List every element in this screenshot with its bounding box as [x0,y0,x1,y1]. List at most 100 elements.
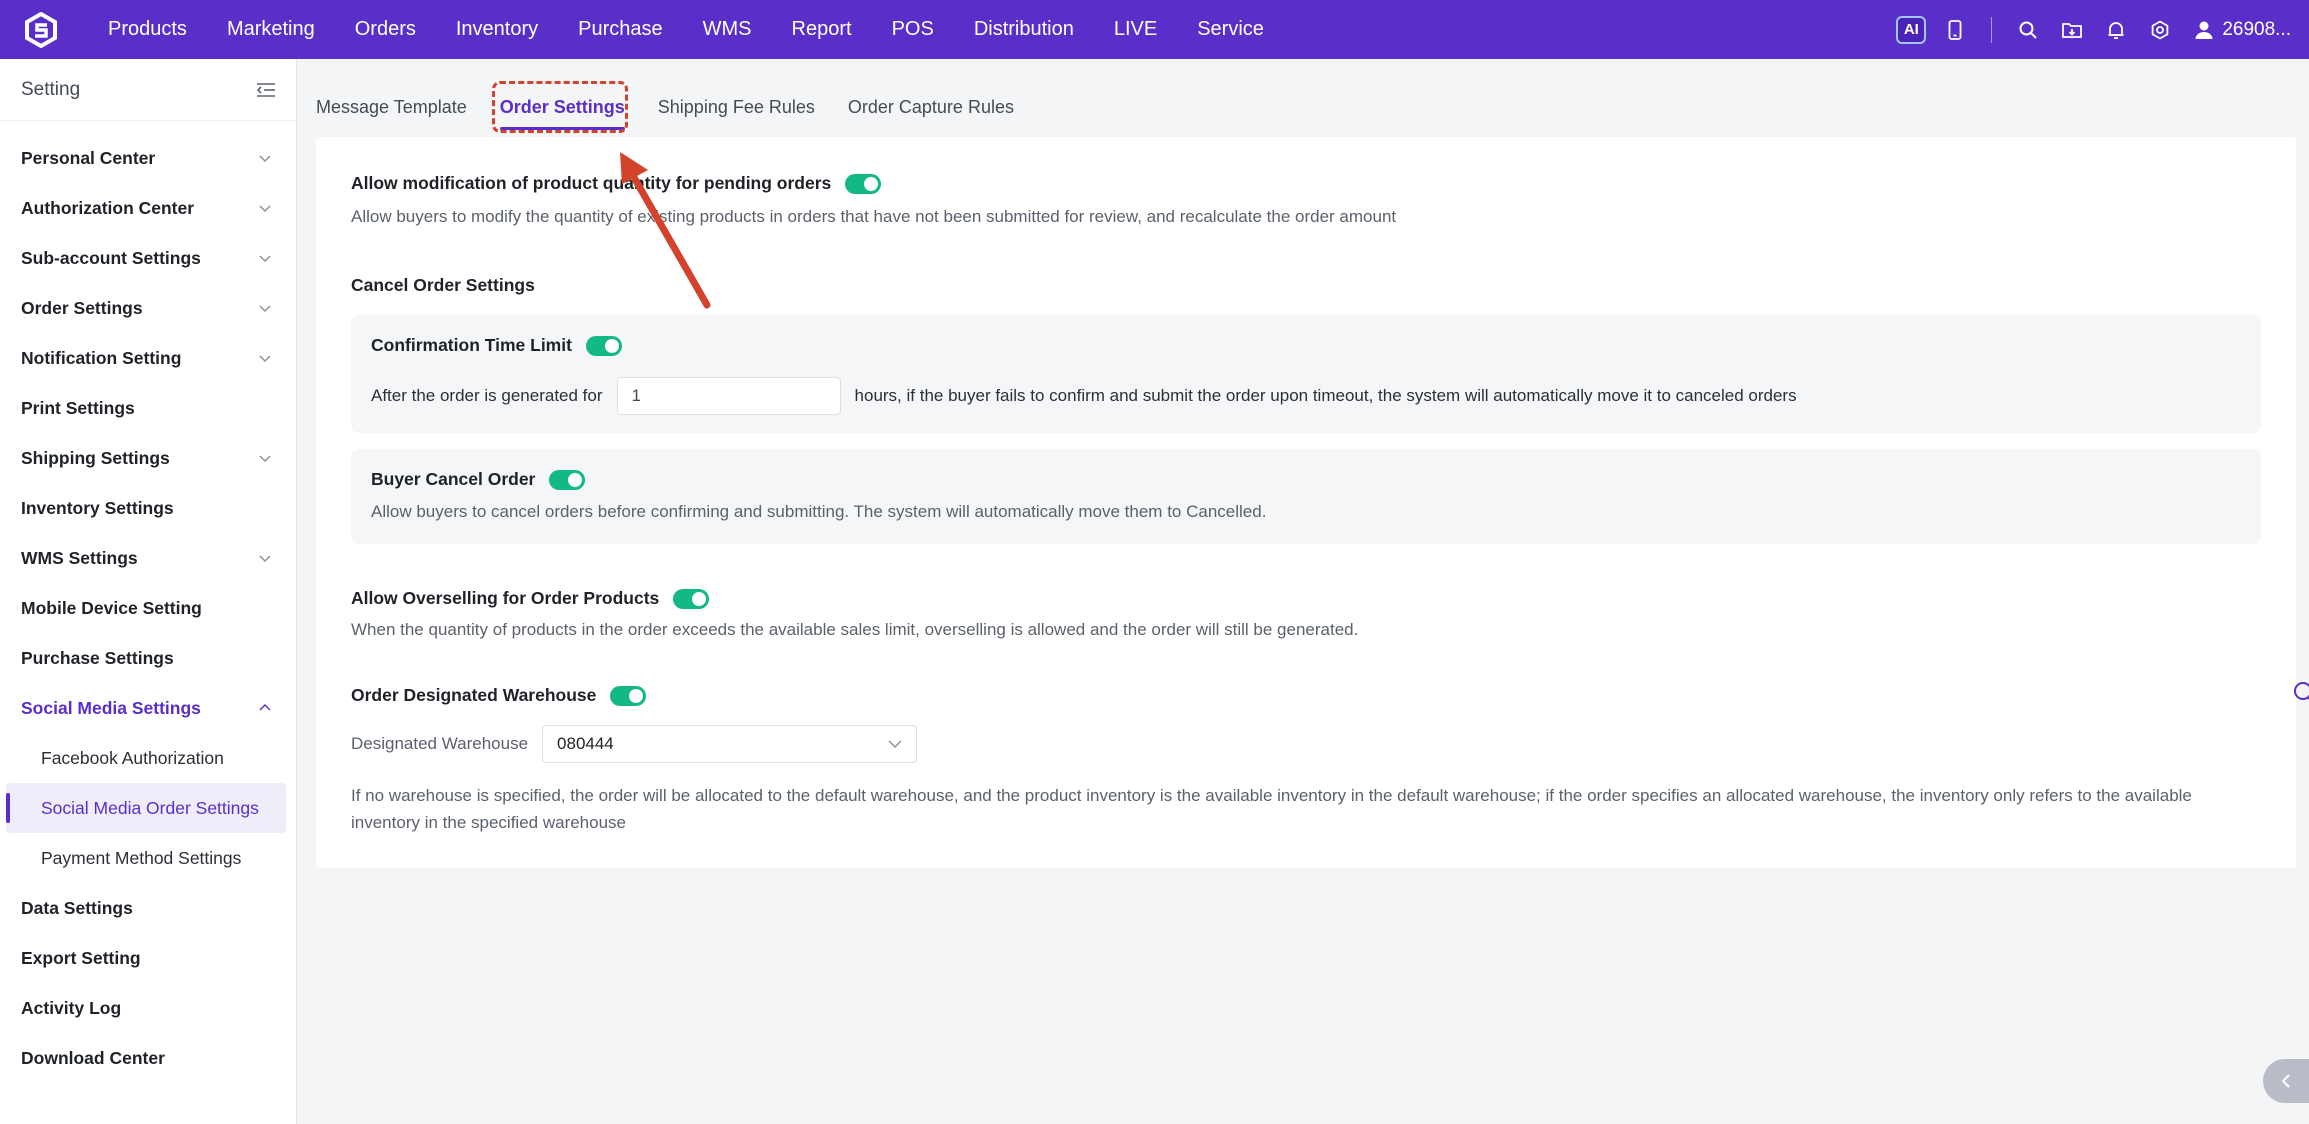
sidebar-item-export-setting[interactable]: Export Setting [0,933,296,983]
sidebar-item-label: Print Settings [21,397,135,418]
nav-live[interactable]: LIVE [1094,0,1177,59]
nav-pos[interactable]: POS [872,0,954,59]
chevron-down-icon [259,455,271,463]
warehouse-setting: Order Designated Warehouse [351,685,647,706]
sidebar-subitem-payment-method-settings[interactable]: Payment Method Settings [0,833,296,883]
overselling-title: Allow Overselling for Order Products [351,588,660,608]
sidebar-item-label: Authorization Center [21,197,195,218]
collapse-sidebar-icon[interactable] [256,82,276,98]
buyer-cancel-toggle[interactable] [549,469,586,490]
sidebar-item-label: Order Settings [21,297,143,318]
sidebar-item-mobile-device-setting[interactable]: Mobile Device Setting [0,583,296,633]
modify-qty-toggle[interactable] [845,173,882,194]
sidebar-item-label: Notification Setting [21,347,182,368]
side-panel-toggle-button[interactable] [2263,1059,2309,1103]
sidebar-item-label: Mobile Device Setting [21,597,202,618]
buyer-cancel-desc: Allow buyers to cancel orders before con… [371,502,1267,521]
nav-orders[interactable]: Orders [335,0,436,59]
sidebar-item-inventory-settings[interactable]: Inventory Settings [0,483,296,533]
sidebar-item-data-settings[interactable]: Data Settings [0,883,296,933]
confirmation-header: Confirmation Time Limit [371,335,622,356]
folder-download-icon[interactable] [2050,0,2094,59]
warehouse-title: Order Designated Warehouse [351,685,597,705]
sidebar-item-print-settings[interactable]: Print Settings [0,383,296,433]
sidebar-item-activity-log[interactable]: Activity Log [0,983,296,1033]
settings-sidebar: Setting Personal Center Authorization Cen… [0,59,297,1124]
tab-shipping-fee-rules[interactable]: Shipping Fee Rules [658,84,815,134]
chevron-down-icon [888,739,902,748]
sidebar-subitem-facebook-authorization[interactable]: Facebook Authorization [0,733,296,783]
sidebar-item-label: Social Media Settings [21,697,201,718]
tab-message-template[interactable]: Message Template [316,84,467,134]
nav-service[interactable]: Service [1177,0,1284,59]
overselling-toggle[interactable] [673,588,710,609]
floating-search-icon[interactable] [2289,680,2309,704]
settings-gear-icon[interactable] [2138,0,2182,59]
chevron-down-icon [259,305,271,313]
overselling-setting: Allow Overselling for Order Products [351,588,710,609]
sidebar-item-label: Data Settings [21,897,133,918]
main-nav: Products Marketing Orders Inventory Purc… [88,0,1284,59]
sidebar-item-personal-center[interactable]: Personal Center [0,133,296,183]
confirmation-row: After the order is generated for 1 hours… [371,377,1797,415]
nav-inventory[interactable]: Inventory [436,0,558,59]
tab-order-capture-rules[interactable]: Order Capture Rules [848,84,1014,134]
nav-report[interactable]: Report [772,0,872,59]
modify-qty-desc: Allow buyers to modify the quantity of e… [351,207,1397,226]
overselling-desc: When the quantity of products in the ord… [351,620,1359,639]
sidebar-item-download-center[interactable]: Download Center [0,1033,296,1083]
mobile-icon[interactable] [1933,0,1977,59]
designated-warehouse-label: Designated Warehouse [351,734,529,753]
chevron-up-icon [259,703,271,711]
sidebar-item-order-settings[interactable]: Order Settings [0,283,296,333]
sidebar-subitem-social-media-order-settings[interactable]: Social Media Order Settings [6,783,286,833]
sidebar-menu: Personal Center Authorization Center Sub-a… [0,121,296,1083]
settings-tabs: Message Template Order Settings Shipping… [316,84,1047,134]
chevron-down-icon [259,155,271,163]
sidebar-item-wms-settings[interactable]: WMS Settings [0,533,296,583]
sidebar-item-social-media-settings[interactable]: Social Media Settings [0,683,296,733]
chevron-down-icon [259,355,271,363]
nav-marketing[interactable]: Marketing [207,0,335,59]
chevron-left-icon [2281,1074,2290,1088]
sidebar-header: Setting [0,59,296,121]
sidebar-item-label: WMS Settings [21,547,138,568]
sidebar-item-sub-account-settings[interactable]: Sub-account Settings [0,233,296,283]
chevron-down-icon [259,205,271,213]
nav-products[interactable]: Products [88,0,207,59]
confirmation-prefix: After the order is generated for [371,386,603,405]
nav-purchase[interactable]: Purchase [558,0,683,59]
confirmation-title: Confirmation Time Limit [371,335,572,355]
top-nav-actions: AI 26908... [1889,0,2291,59]
ai-badge: AI [1896,15,1927,44]
sidebar-item-label: Inventory Settings [21,497,174,518]
sidebar-item-label: Activity Log [21,997,122,1018]
sidebar-item-purchase-settings[interactable]: Purchase Settings [0,633,296,683]
nav-distribution[interactable]: Distribution [954,0,1094,59]
sidebar-item-notification-setting[interactable]: Notification Setting [0,333,296,383]
annotation-arrow-icon [620,152,711,309]
cancel-order-settings-title: Cancel Order Settings [351,275,535,295]
warehouse-desc-line-2: inventory in the specified warehouse [351,813,626,832]
user-menu[interactable]: 26908... [2194,19,2291,41]
chevron-down-icon [259,555,271,563]
warehouse-desc: If no warehouse is specified, the order … [351,782,2261,836]
confirmation-time-limit-card: Confirmation Time Limit After the order … [351,315,2261,433]
warehouse-toggle[interactable] [610,685,647,706]
designated-warehouse-row: Designated Warehouse 080444 [351,725,918,763]
designated-warehouse-select[interactable]: 080444 [542,725,918,763]
search-icon[interactable] [2006,0,2050,59]
user-avatar-icon [2195,21,2213,39]
app-logo-icon[interactable] [22,11,60,49]
confirmation-hours-input[interactable]: 1 [616,377,841,415]
sidebar-title: Setting [21,78,81,100]
bell-icon[interactable] [2094,0,2138,59]
sidebar-item-authorization-center[interactable]: Authorization Center [0,183,296,233]
sidebar-item-shipping-settings[interactable]: Shipping Settings [0,433,296,483]
confirmation-toggle[interactable] [585,335,622,356]
tab-order-settings[interactable]: Order Settings [499,84,625,134]
nav-wms[interactable]: WMS [683,0,772,59]
ai-button[interactable]: AI [1889,0,1933,59]
buyer-cancel-card: Buyer Cancel Order Allow buyers to cance… [351,449,2261,544]
buyer-cancel-title: Buyer Cancel Order [371,469,536,489]
